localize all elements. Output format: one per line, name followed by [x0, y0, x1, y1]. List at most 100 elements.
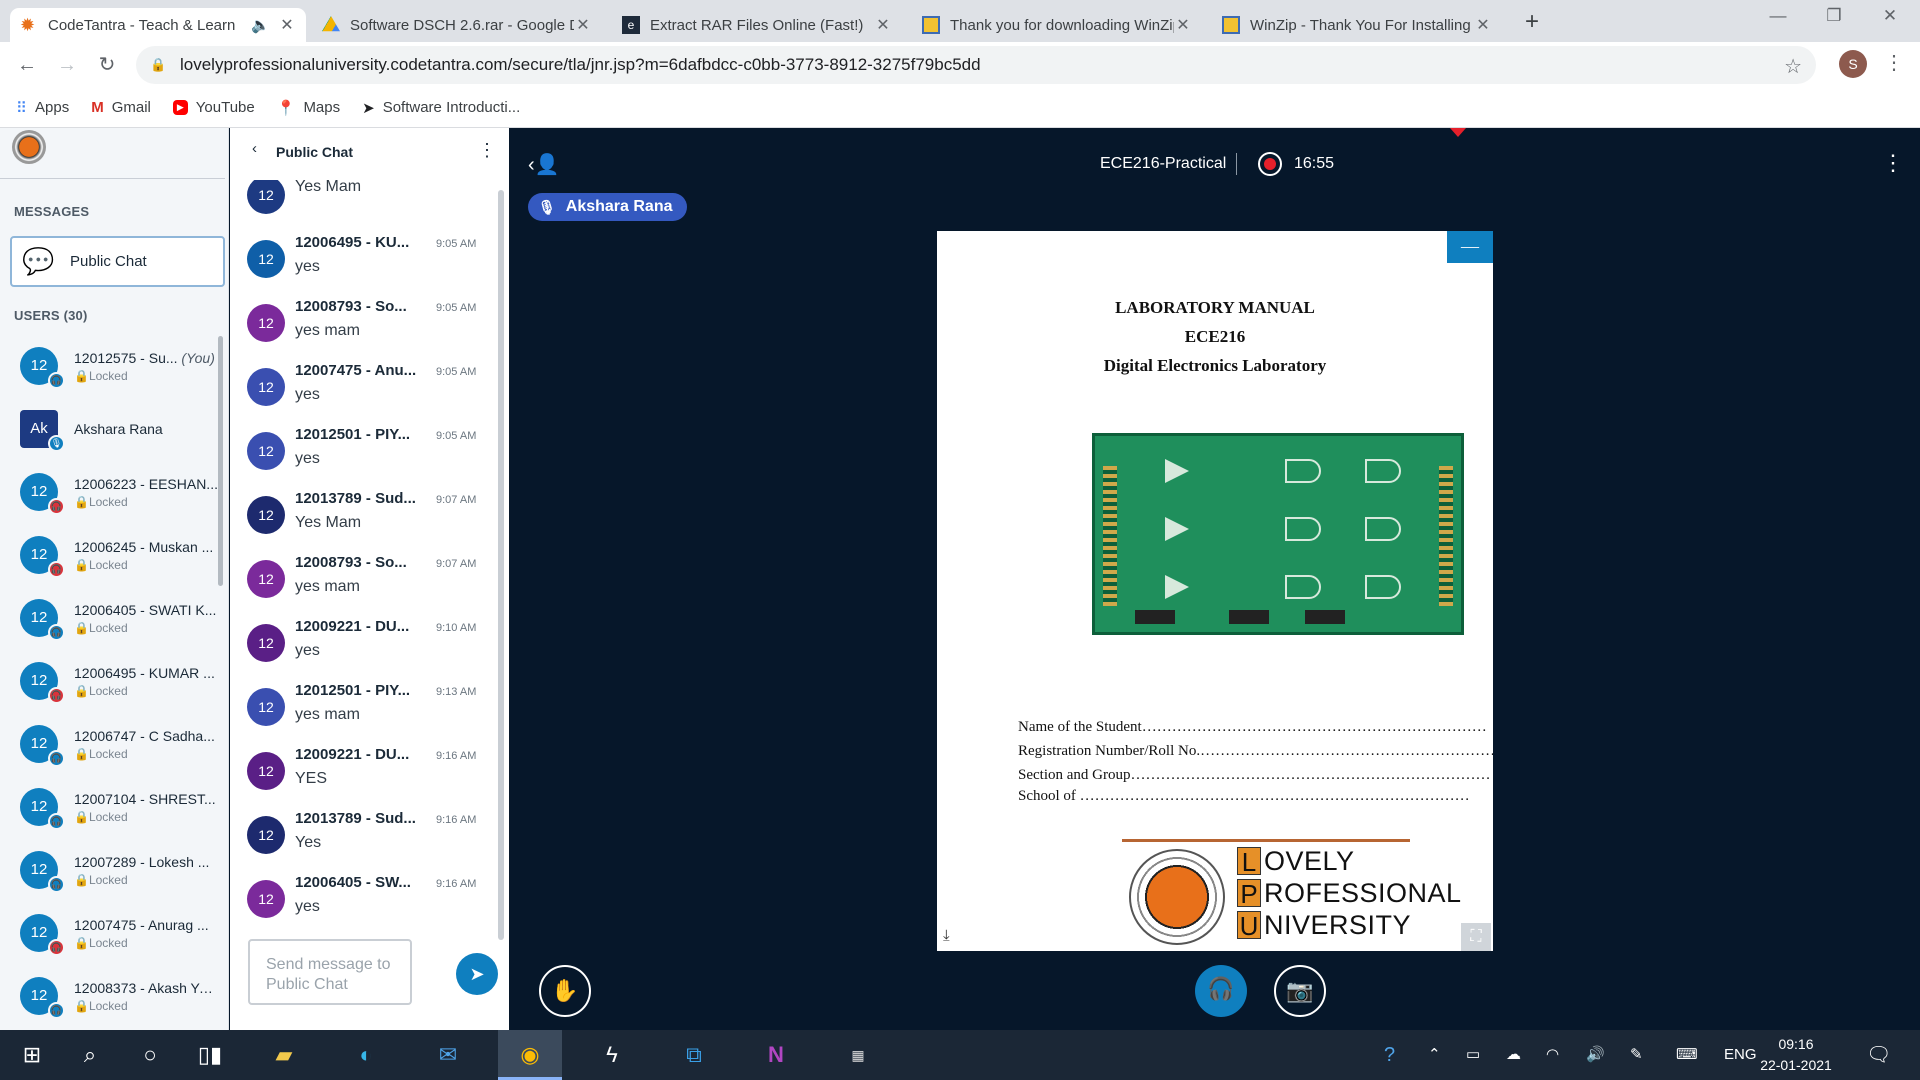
windows-start-icon[interactable]: ⊞: [0, 1030, 64, 1080]
cortana-icon[interactable]: ○: [118, 1030, 182, 1080]
address-bar[interactable]: 🔒 lovelyprofessionaluniversity.codetantr…: [136, 46, 1816, 84]
message-sender: 12013789 - Sud...: [295, 810, 416, 827]
edge-icon[interactable]: ◐: [334, 1030, 398, 1080]
close-tab-icon[interactable]: ✕: [1474, 15, 1492, 35]
chat-scrollbar[interactable]: [498, 190, 504, 940]
logo-letter: L: [1237, 847, 1261, 876]
message-text: yes: [295, 450, 320, 467]
bookmark-star-icon[interactable]: ☆: [1784, 54, 1802, 79]
minimize-window-icon[interactable]: —: [1758, 6, 1798, 26]
avatar: 12: [247, 304, 285, 342]
user-list-item[interactable]: Ak 🎙 Akshara Rana: [0, 397, 222, 459]
message-time: 9:07 AM: [436, 558, 477, 570]
chat-header: ‹ Public Chat ⋮: [230, 128, 509, 168]
chrome-icon[interactable]: ◉: [498, 1030, 562, 1080]
audio-button[interactable]: 🎧: [1195, 965, 1247, 1017]
pen-workspace-icon[interactable]: ✎: [1630, 1030, 1643, 1080]
user-list-item[interactable]: 12 🎧 12007289 - Lokesh ... 🔒Locked: [0, 838, 222, 900]
fullscreen-icon[interactable]: ⛶: [1461, 923, 1491, 951]
help-icon[interactable]: ?: [1384, 1030, 1395, 1080]
tab-winzip-download[interactable]: Thank you for downloading WinZip ✕: [912, 8, 1202, 42]
user-list-item[interactable]: 12 🎧 12012575 - Su... (You) 🔒Locked: [0, 334, 222, 396]
battery-icon[interactable]: ▭: [1466, 1030, 1480, 1080]
options-menu-icon[interactable]: ⋮: [1882, 150, 1904, 176]
tab-codetantra[interactable]: ✹ CodeTantra - Teach & Learn 🔈 ✕: [10, 8, 306, 42]
logo-word: OVELY: [1264, 846, 1355, 876]
bookmark-gmail[interactable]: M Gmail: [91, 99, 151, 116]
close-window-icon[interactable]: ✕: [1870, 6, 1910, 26]
user-list-item[interactable]: 12 🎧 12007104 - SHREST... 🔒Locked: [0, 775, 222, 837]
volume-icon[interactable]: 🔊: [1586, 1030, 1605, 1080]
lock-icon[interactable]: 🔒: [150, 57, 166, 73]
new-tab-plus-icon[interactable]: +: [1518, 8, 1546, 36]
user-list-item[interactable]: 12 🎧 12006223 - EESHAN... 🔒Locked: [0, 460, 222, 522]
close-tab-icon[interactable]: ✕: [278, 15, 296, 35]
lock-icon: 🔒: [74, 495, 89, 509]
search-icon[interactable]: ⌕: [58, 1030, 122, 1080]
url-text[interactable]: lovelyprofessionaluniversity.codetantra.…: [180, 55, 981, 75]
browser-menu-icon[interactable]: ⋮: [1884, 50, 1904, 75]
chevron-up-icon[interactable]: ⌃: [1428, 1030, 1441, 1080]
input-language[interactable]: ENG: [1724, 1030, 1757, 1080]
user-status: 🔒Locked: [74, 747, 128, 761]
close-tab-icon[interactable]: ✕: [1174, 15, 1192, 35]
message-time: 9:07 AM: [436, 494, 477, 506]
onenote-icon[interactable]: N: [744, 1030, 808, 1080]
user-name: 12006245 - Muskan ...: [74, 539, 214, 555]
chat-options-icon[interactable]: ⋮: [478, 140, 496, 161]
video-toggle-button[interactable]: 📷: [1274, 965, 1326, 1017]
minimize-presentation-button[interactable]: —: [1447, 231, 1493, 263]
student-name-field: Name of the Student…………………………………………………………: [1018, 719, 1487, 735]
chevron-left-icon[interactable]: ‹: [252, 140, 257, 157]
user-list-item[interactable]: 12 🎧 12006495 - KUMAR ... 🔒Locked: [0, 649, 222, 711]
close-tab-icon[interactable]: ✕: [574, 15, 592, 35]
message-time: 9:16 AM: [436, 814, 477, 826]
raise-hand-button[interactable]: ✋: [539, 965, 591, 1017]
users-scrollbar[interactable]: [218, 336, 223, 586]
vscode-icon[interactable]: ⧉: [662, 1030, 726, 1080]
user-list-item[interactable]: 12 🎧 12006405 - SWATI K... 🔒Locked: [0, 586, 222, 648]
onedrive-cloud-icon[interactable]: ☁: [1506, 1030, 1521, 1080]
profile-avatar[interactable]: S: [1839, 50, 1867, 78]
back-arrow-icon[interactable]: ←: [12, 50, 42, 80]
file-explorer-icon[interactable]: ▰: [252, 1030, 316, 1080]
taskbar-clock[interactable]: 09:16 22-01-2021: [1756, 1034, 1836, 1076]
user-name: 12006223 - EESHAN...: [74, 476, 218, 492]
user-list-item[interactable]: 12 🎧 12006245 - Muskan ... 🔒Locked: [0, 523, 222, 585]
wifi-icon[interactable]: ◠: [1546, 1030, 1559, 1080]
recording-indicator-icon[interactable]: [1258, 152, 1282, 176]
collapse-arrow-icon[interactable]: [1450, 128, 1466, 137]
ezyzip-icon: e: [622, 16, 640, 34]
tab-google-drive[interactable]: Software DSCH 2.6.rar - Google Drive ✕: [312, 8, 602, 42]
notifications-icon[interactable]: 🗨: [1866, 1030, 1891, 1080]
tab-extract-rar[interactable]: e Extract RAR Files Online (Fast!) ✕: [612, 8, 902, 42]
reload-icon[interactable]: ↻: [92, 50, 122, 80]
bookmark-apps[interactable]: ⠿ Apps: [16, 99, 69, 117]
public-chat-nav-item[interactable]: 💬 Public Chat: [10, 236, 225, 287]
task-view-icon[interactable]: ▯▮: [178, 1030, 242, 1080]
keyboard-icon[interactable]: ⌨: [1676, 1030, 1698, 1080]
send-message-button[interactable]: ➤: [456, 953, 498, 995]
user-list-item[interactable]: 12 🎧 12008373 - Akash Ya... 🔒Locked: [0, 964, 222, 1026]
tab-winzip-install[interactable]: WinZip - Thank You For Installing ✕: [1212, 8, 1502, 42]
dsch-icon[interactable]: ϟ: [580, 1030, 644, 1080]
lock-icon: 🔒: [74, 936, 89, 950]
dsch2-icon[interactable]: ▦: [826, 1030, 890, 1080]
bookmark-youtube[interactable]: ▶ YouTube: [172, 99, 255, 116]
lock-icon: 🔒: [74, 999, 89, 1013]
chat-title[interactable]: Public Chat: [276, 144, 353, 160]
bookmark-maps[interactable]: 📍 Maps: [277, 99, 340, 117]
user-list-item[interactable]: 12 🎧 12006747 - C Sadha... 🔒Locked: [0, 712, 222, 774]
user-list-item[interactable]: 12 🎧 12007475 - Anurag ... 🔒Locked: [0, 901, 222, 963]
forward-arrow-icon[interactable]: →: [52, 50, 82, 80]
close-tab-icon[interactable]: ✕: [874, 15, 892, 35]
toggle-user-list-icon[interactable]: ‹👤: [528, 152, 560, 177]
restore-window-icon[interactable]: ❐: [1814, 6, 1854, 26]
download-icon[interactable]: ⤓: [943, 927, 950, 945]
message-text: YES: [295, 770, 328, 787]
bookmark-software-introduction[interactable]: ➤ Software Introducti...: [362, 99, 520, 117]
chat-message-input[interactable]: Send message to Public Chat: [248, 939, 412, 1005]
mail-icon[interactable]: ✉: [416, 1030, 480, 1080]
audio-playing-icon[interactable]: 🔈: [251, 16, 270, 34]
tab-title: Software DSCH 2.6.rar - Google Drive: [350, 16, 574, 34]
